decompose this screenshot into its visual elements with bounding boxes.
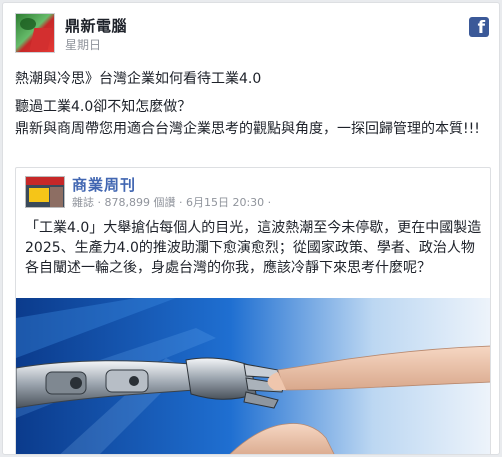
post-timestamp[interactable]: 星期日	[65, 36, 101, 53]
post-message: 熱潮與冷思》台灣企業如何看待工業4.0 聽過工業4.0卻不知怎麼做？ 鼎新與商周…	[15, 69, 491, 145]
message-line-headline: 熱潮與冷思》台灣企業如何看待工業4.0	[15, 71, 262, 87]
post-header: 鼎新電腦 星期日 f	[15, 13, 489, 55]
shared-link-card[interactable]: 商業周刊 雜誌 · 878,899 個讚 · 6月15日 20:30 · 「工業…	[15, 167, 491, 454]
link-hero-image[interactable]	[16, 298, 490, 454]
source-thumbnail[interactable]	[25, 176, 65, 208]
source-page-name[interactable]: 商業周刊	[72, 174, 136, 195]
facebook-post-card: 鼎新電腦 星期日 f 熱潮與冷思》台灣企業如何看待工業4.0 聽過工業4.0卻不…	[2, 2, 500, 455]
link-source-bar: 商業周刊 雜誌 · 878,899 個讚 · 6月15日 20:30 ·	[16, 168, 490, 212]
message-line-body: 鼎新與商周帶您用適合台灣企業思考的觀點與角度，一探回歸管理的本質!!!	[15, 121, 480, 137]
page-name-link[interactable]: 鼎新電腦	[65, 15, 127, 36]
source-meta: 雜誌 · 878,899 個讚 · 6月15日 20:30 ·	[72, 196, 272, 209]
facebook-f-icon[interactable]: f	[469, 17, 489, 38]
link-description: 「工業4.0」大舉搶佔每個人的目光，這波熱潮至今未停歇，更在中國製造2025、生…	[25, 220, 482, 276]
avatar-red-shape	[29, 28, 53, 50]
page-avatar[interactable]	[15, 13, 55, 53]
message-line-question: 聽過工業4.0卻不知怎麼做？	[15, 99, 192, 115]
robot-human-handshake	[16, 298, 490, 454]
